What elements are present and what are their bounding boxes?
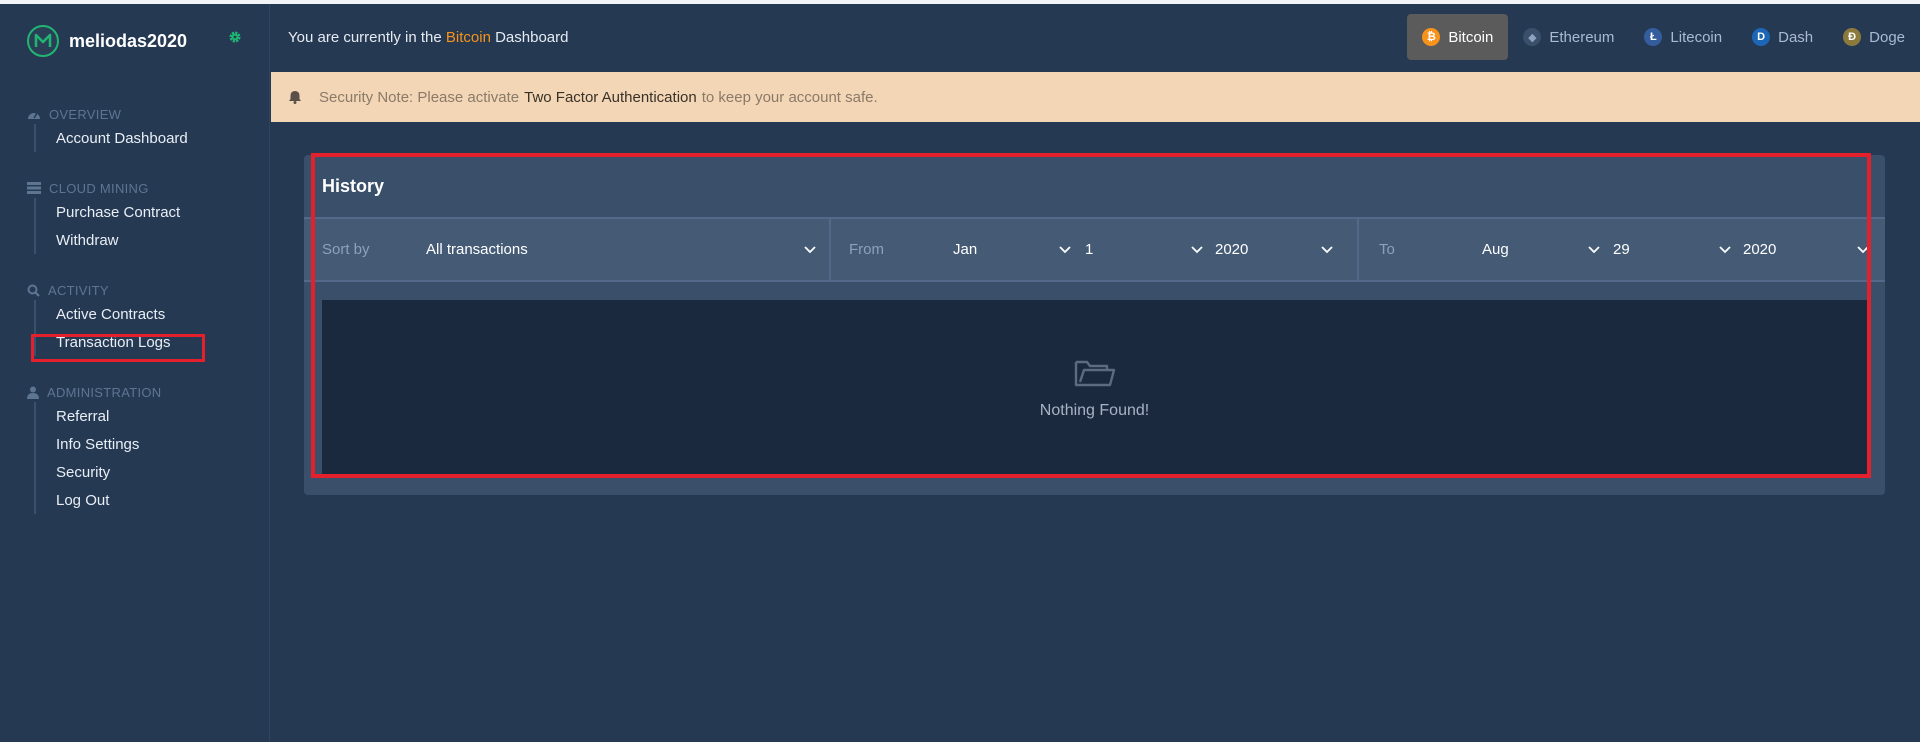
from-filter-group: From Jan 1 2020: [831, 219, 1359, 280]
chevron-down-icon: [1857, 245, 1869, 253]
to-filter-group: To Aug 29 2020: [1359, 219, 1885, 280]
two-factor-link[interactable]: Two Factor Authentication: [524, 89, 697, 106]
ethereum-icon: ◆: [1523, 28, 1542, 46]
chevron-down-icon: [1059, 245, 1071, 253]
to-label: To: [1379, 241, 1395, 258]
gear-icon[interactable]: [228, 30, 242, 44]
sidebar-item-withdraw[interactable]: Withdraw: [34, 226, 180, 254]
sidebar-item-security[interactable]: Security: [34, 458, 161, 486]
server-icon: [27, 182, 41, 194]
sidebar-item-info-settings[interactable]: Info Settings: [34, 430, 161, 458]
nav-section-title: ACTIVITY: [48, 282, 109, 298]
chevron-down-icon: [1588, 245, 1600, 253]
sidebar-item-active-contracts[interactable]: Active Contracts: [34, 300, 171, 328]
nav-section-cloud-mining: CLOUD MINING Purchase Contract Withdraw: [27, 178, 180, 254]
history-panel: History Sort by All transactions From Ja…: [304, 155, 1885, 495]
sort-label: Sort by: [322, 241, 370, 258]
nav-section-overview: OVERVIEW Account Dashboard: [27, 104, 188, 152]
chevron-down-icon: [804, 245, 816, 253]
coin-tab-bitcoin[interactable]: ₿ Bitcoin: [1407, 14, 1509, 60]
sidebar-item-log-out[interactable]: Log Out: [34, 486, 161, 514]
coin-tab-doge[interactable]: Ð Doge: [1828, 14, 1920, 60]
dash-icon: D: [1752, 28, 1771, 46]
nav-section-activity: ACTIVITY Active Contracts Transaction Lo…: [27, 280, 171, 356]
nav-section-title: OVERVIEW: [49, 106, 122, 122]
history-filters: Sort by All transactions From Jan 1 2020…: [304, 217, 1885, 282]
doge-icon: Ð: [1843, 28, 1862, 46]
coin-tab-litecoin[interactable]: Ł Litecoin: [1629, 14, 1737, 60]
current-dashboard-text: You are currently in the Bitcoin Dashboa…: [288, 29, 569, 46]
bell-icon: [289, 91, 301, 104]
panel-title: History: [322, 176, 385, 196]
security-notice: Security Note: Please activate Two Facto…: [271, 72, 1920, 122]
nav-section-title: ADMINISTRATION: [47, 384, 162, 400]
brand-logo-icon: [27, 25, 59, 57]
coin-switcher: ₿ Bitcoin ◆ Ethereum Ł Litecoin D Dash Ð…: [1407, 14, 1920, 60]
dashboard-icon: [28, 112, 40, 119]
bitcoin-icon: ₿: [1422, 28, 1441, 46]
topbar: You are currently in the Bitcoin Dashboa…: [271, 4, 1920, 72]
coin-tab-dash[interactable]: D Dash: [1737, 14, 1828, 60]
username: meliodas2020: [69, 30, 188, 51]
sidebar-item-transaction-logs[interactable]: Transaction Logs: [34, 328, 171, 356]
chevron-down-icon: [1191, 245, 1203, 253]
sidebar: meliodas2020 OVERVIEW Account Dashboard …: [0, 4, 270, 742]
brand: meliodas2020: [27, 21, 187, 61]
coin-tab-ethereum[interactable]: ◆ Ethereum: [1508, 14, 1629, 60]
user-icon: [27, 386, 39, 399]
sort-filter-group: Sort by All transactions: [304, 219, 831, 280]
from-year-select[interactable]: 2020: [1215, 241, 1333, 258]
from-day-select[interactable]: 1: [1085, 241, 1203, 258]
to-day-select[interactable]: 29: [1613, 241, 1731, 258]
sort-select[interactable]: All transactions: [426, 241, 816, 258]
sidebar-item-purchase-contract[interactable]: Purchase Contract: [34, 198, 180, 226]
sidebar-item-account-dashboard[interactable]: Account Dashboard: [34, 124, 188, 152]
nav-section-title: CLOUD MINING: [49, 180, 149, 196]
from-label: From: [849, 241, 884, 258]
folder-open-icon: [1074, 360, 1116, 387]
search-icon: [27, 284, 40, 297]
chevron-down-icon: [1719, 245, 1731, 253]
to-month-select[interactable]: Aug: [1482, 241, 1600, 258]
current-coin: Bitcoin: [445, 29, 491, 46]
chevron-down-icon: [1321, 245, 1333, 253]
history-results: Nothing Found!: [322, 300, 1867, 475]
nav-section-administration: ADMINISTRATION Referral Info Settings Se…: [27, 382, 161, 514]
empty-state-text: Nothing Found!: [1039, 402, 1150, 419]
sidebar-item-referral[interactable]: Referral: [34, 402, 161, 430]
to-year-select[interactable]: 2020: [1743, 241, 1869, 258]
from-month-select[interactable]: Jan: [953, 241, 1071, 258]
litecoin-icon: Ł: [1644, 28, 1663, 46]
